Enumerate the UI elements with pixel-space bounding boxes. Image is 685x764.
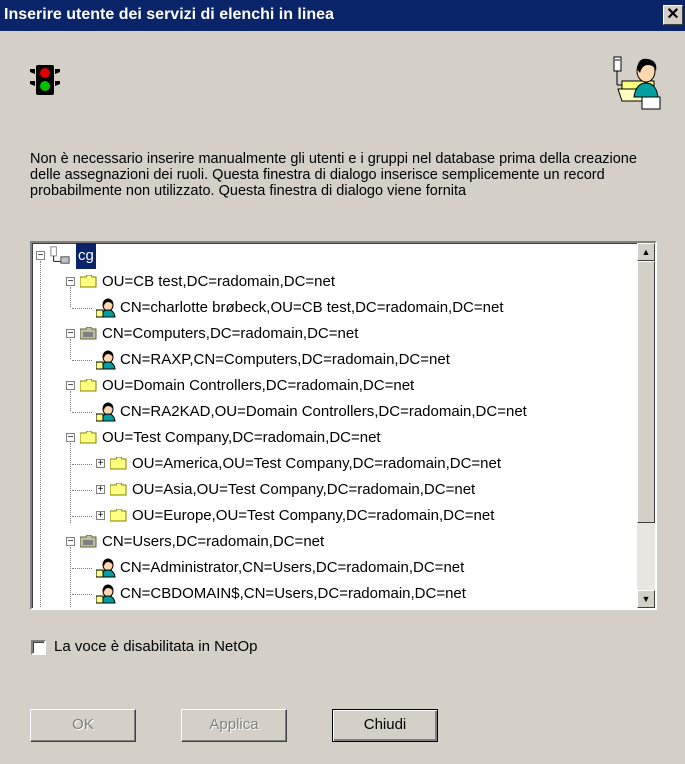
collapse-icon[interactable]: − bbox=[36, 251, 45, 261]
disabled-in-netop-checkbox[interactable] bbox=[31, 640, 46, 655]
tree-node-label: CN=CBDOMAIN$,CN=Users,DC=radomain,DC=net bbox=[120, 585, 466, 602]
network-icon bbox=[50, 246, 70, 264]
tree-node-label: CN=charlotte brøbeck,OU=CB test,DC=radom… bbox=[120, 299, 504, 316]
scroll-down-button[interactable]: ▼ bbox=[637, 590, 655, 608]
tree-node-label: OU=Domain Controllers,DC=radomain,DC=net bbox=[102, 377, 415, 394]
title-bar: Inserire utente dei servizi di elenchi i… bbox=[0, 0, 685, 31]
tree-node-label: OU=America,OU=Test Company,DC=radomain,D… bbox=[132, 455, 502, 472]
collapse-icon[interactable]: − bbox=[66, 277, 75, 287]
tree-node-label: CN=Computers,DC=radomain,DC=net bbox=[102, 325, 359, 342]
folder-icon bbox=[80, 431, 97, 444]
expand-icon[interactable]: + bbox=[96, 511, 105, 521]
expand-icon[interactable]: + bbox=[96, 459, 105, 469]
collapse-icon[interactable]: − bbox=[66, 537, 75, 547]
tree-node-label: OU=Asia,OU=Test Company,DC=radomain,DC=n… bbox=[132, 481, 476, 498]
collapse-icon[interactable]: − bbox=[66, 433, 75, 443]
ok-button[interactable]: OK bbox=[30, 709, 136, 742]
tree-node-label: OU=CB test,DC=radomain,DC=net bbox=[102, 273, 336, 290]
tree-root-label[interactable]: cg bbox=[76, 243, 96, 269]
scroll-thumb[interactable] bbox=[637, 261, 655, 523]
window-title: Inserire utente dei servizi di elenchi i… bbox=[4, 6, 334, 23]
tree-node-label: OU=Europe,OU=Test Company,DC=radomain,DC… bbox=[132, 507, 495, 524]
folder-icon bbox=[80, 379, 97, 392]
traffic-light-icon bbox=[30, 65, 60, 99]
scroll-up-button[interactable]: ▲ bbox=[637, 243, 655, 261]
user-icon bbox=[96, 558, 116, 578]
tree-node-label: CN=RAXP,CN=Computers,DC=radomain,DC=net bbox=[120, 351, 450, 368]
collapse-icon[interactable]: − bbox=[66, 381, 75, 391]
folder-icon bbox=[80, 275, 97, 288]
container-folder-icon bbox=[80, 327, 97, 340]
user-icon bbox=[96, 298, 116, 318]
directory-tree[interactable]: − cg − OU=CB test,DC=radomain,DC=net CN=… bbox=[30, 241, 657, 610]
tree-node-label: CN=RA2KAD,OU=Domain Controllers,DC=radom… bbox=[120, 403, 527, 420]
tree-node-label: OU=Test Company,DC=radomain,DC=net bbox=[102, 429, 381, 446]
user-directory-icon bbox=[612, 55, 662, 115]
user-icon bbox=[96, 402, 116, 422]
folder-icon bbox=[110, 483, 127, 496]
user-icon bbox=[96, 350, 116, 370]
container-folder-icon bbox=[80, 535, 97, 548]
user-icon bbox=[96, 584, 116, 604]
expand-icon[interactable]: + bbox=[96, 485, 105, 495]
vertical-scrollbar[interactable]: ▲ ▼ bbox=[637, 243, 655, 608]
collapse-icon[interactable]: − bbox=[66, 329, 75, 339]
close-dialog-button[interactable]: Chiudi bbox=[332, 709, 438, 742]
apply-button[interactable]: Applica bbox=[181, 709, 287, 742]
tree-node-label: CN=Administrator,CN=Users,DC=radomain,DC… bbox=[120, 559, 465, 576]
folder-icon bbox=[110, 457, 127, 470]
description-text: Non è necessario inserire manualmente gl… bbox=[30, 151, 637, 199]
tree-node-label: CN=Users,DC=radomain,DC=net bbox=[102, 533, 325, 550]
close-button[interactable]: ✕ bbox=[663, 5, 683, 25]
folder-icon bbox=[110, 509, 127, 522]
disabled-in-netop-label[interactable]: La voce è disabilitata in NetOp bbox=[54, 638, 257, 655]
